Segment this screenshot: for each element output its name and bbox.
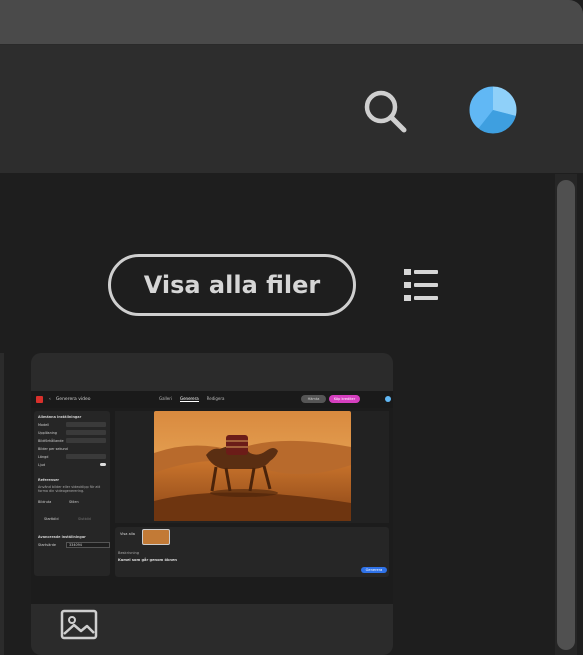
preview-row-aspect: Bildförhållande: [38, 439, 64, 443]
app-logo-icon: [36, 396, 43, 403]
preview-upgrade-button: Köp krediter: [329, 395, 360, 403]
scrollbar-thumb[interactable]: [557, 180, 575, 650]
image-icon: [60, 609, 98, 641]
preview-thumbnail: [142, 529, 170, 545]
preview-seed-value: 334094: [66, 542, 110, 548]
search-icon[interactable]: [362, 88, 408, 134]
preview-generate-button: Generera: [361, 567, 387, 573]
vertical-scrollbar[interactable]: [555, 174, 577, 655]
preview-section-advanced: Avancerade inställningar: [38, 535, 86, 539]
recent-file-card[interactable]: ‹ Generera video Galleri Generera Redige…: [31, 353, 393, 655]
preview-row-model: Modell: [38, 423, 50, 427]
camel-desert-image: [154, 411, 351, 521]
previous-card-edge[interactable]: [0, 353, 4, 655]
preview-tab-edit: Redigera: [206, 396, 225, 401]
preview-ref-tab-style: Stilen: [69, 500, 79, 504]
file-preview-screenshot: ‹ Generera video Galleri Generera Redige…: [31, 391, 393, 604]
preview-top-bar: ‹ Generera video Galleri Generera Redige…: [31, 391, 393, 408]
preview-row-resolution: Upplösning: [38, 431, 57, 435]
preview-seed-label: Startvärde: [38, 543, 56, 547]
view-all-files-button[interactable]: Visa alla filer: [108, 254, 356, 316]
preview-ref-tab-frame: Bildruta: [38, 500, 52, 504]
preview-field-aspect: [66, 438, 106, 443]
preview-references-text: Använd bilder eller videoklipp för att f…: [38, 485, 101, 493]
avatar-icon[interactable]: [468, 85, 518, 135]
preview-back-icon: ‹: [49, 397, 51, 402]
app-header: [0, 45, 583, 173]
preview-field-model: [66, 422, 106, 427]
preview-section-references: Referenser: [38, 478, 60, 482]
preview-prompt-text: Kamel som går genom öknen: [118, 558, 177, 562]
preview-row-length: Längd: [38, 455, 49, 459]
preview-prompt-heading: Beskrivning: [118, 551, 140, 555]
preview-end-frame: Slutbild: [78, 517, 91, 521]
list-view-icon[interactable]: [404, 268, 438, 302]
preview-section-general: Allmänna inställningar: [38, 415, 82, 419]
preview-field-resolution: [66, 430, 106, 435]
preview-audio-toggle: [100, 463, 106, 466]
preview-tab-generate: Generera: [180, 396, 199, 402]
preview-show-all: Visa alla: [120, 532, 135, 536]
preview-share-button: Hämta: [301, 395, 326, 403]
preview-start-frame: Startbild: [44, 517, 59, 521]
preview-field-length: [66, 454, 106, 459]
preview-canvas: [115, 411, 389, 523]
preview-row-audio: Ljud: [38, 463, 46, 467]
preview-tabs: Galleri Generera Redigera: [159, 396, 224, 402]
window-tab-strip: [0, 0, 583, 45]
preview-title: Generera video: [55, 397, 91, 402]
preview-row-fps: Bilder per sekund: [38, 447, 68, 451]
preview-settings-panel: Allmänna inställningar Modell Upplösning…: [34, 411, 110, 576]
preview-prompt-panel: Visa alla Beskrivning Kamel som går geno…: [115, 527, 389, 577]
preview-tab-gallery: Galleri: [159, 396, 172, 401]
preview-avatar-icon: [385, 396, 391, 402]
